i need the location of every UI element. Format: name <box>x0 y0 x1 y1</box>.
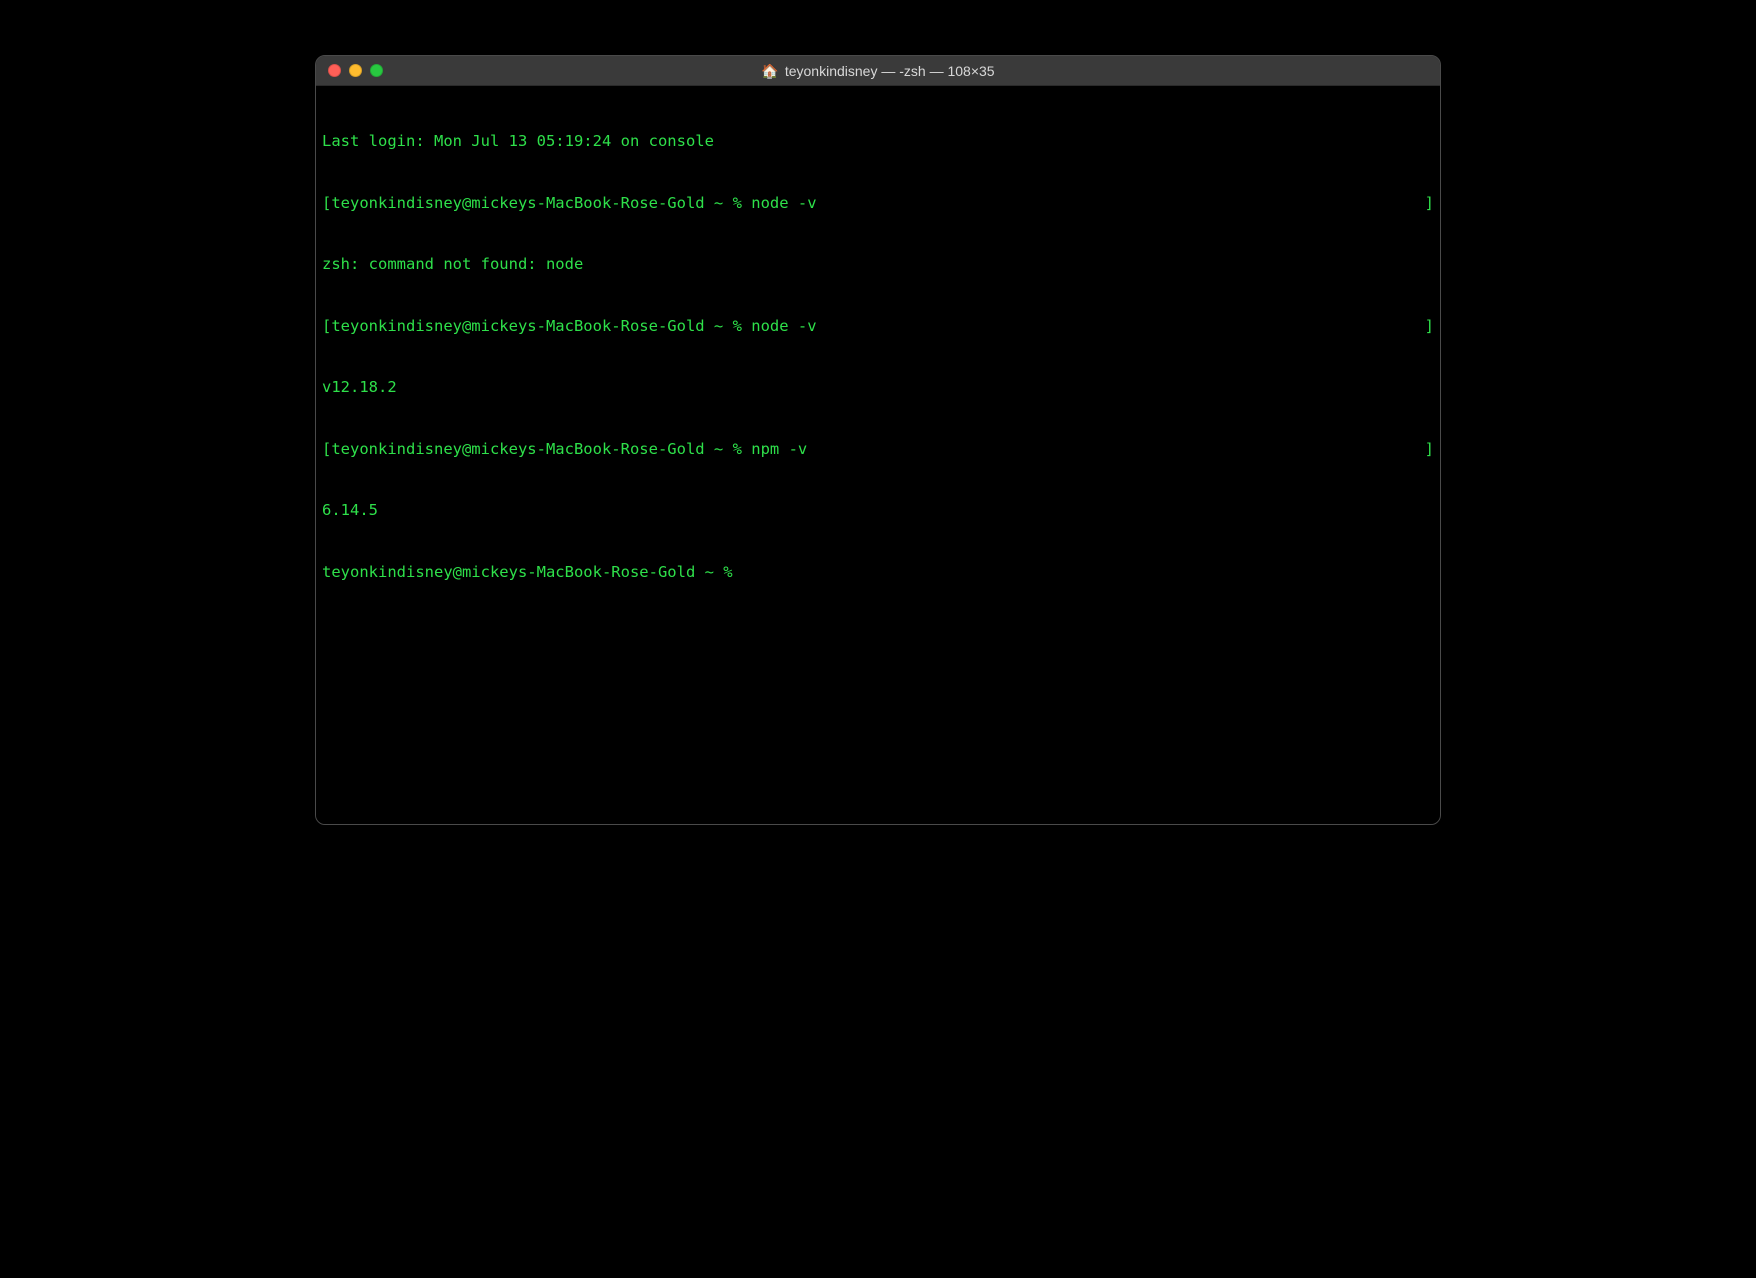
title-bar[interactable]: 🏠 teyonkindisney — -zsh — 108×35 <box>316 56 1440 86</box>
terminal-line: 6.14.5 <box>322 500 1434 521</box>
terminal-line: [teyonkindisney@mickeys-MacBook-Rose-Gol… <box>322 316 1434 337</box>
terminal-prompt-current[interactable]: teyonkindisney@mickeys-MacBook-Rose-Gold… <box>322 562 751 583</box>
terminal-output: Last login: Mon Jul 13 05:19:24 on conso… <box>322 131 714 152</box>
terminal-prompt: [teyonkindisney@mickeys-MacBook-Rose-Gol… <box>322 439 807 460</box>
terminal-window: 🏠 teyonkindisney — -zsh — 108×35 Last lo… <box>315 55 1441 825</box>
window-title: 🏠 teyonkindisney — -zsh — 108×35 <box>316 63 1440 79</box>
home-folder-icon: 🏠 <box>761 64 778 78</box>
terminal-line: [teyonkindisney@mickeys-MacBook-Rose-Gol… <box>322 439 1434 460</box>
terminal-output: v12.18.2 <box>322 377 397 398</box>
terminal-line: [teyonkindisney@mickeys-MacBook-Rose-Gol… <box>322 193 1434 214</box>
terminal-body[interactable]: Last login: Mon Jul 13 05:19:24 on conso… <box>316 86 1440 824</box>
terminal-output: 6.14.5 <box>322 500 378 521</box>
terminal-line: zsh: command not found: node <box>322 254 1434 275</box>
terminal-line[interactable]: teyonkindisney@mickeys-MacBook-Rose-Gold… <box>322 562 1434 583</box>
close-icon[interactable] <box>328 64 341 77</box>
terminal-output: ] <box>1425 193 1434 214</box>
cursor-icon <box>742 562 751 580</box>
prompt-text: teyonkindisney@mickeys-MacBook-Rose-Gold… <box>322 563 742 581</box>
terminal-output: zsh: command not found: node <box>322 254 583 275</box>
window-title-text: teyonkindisney — -zsh — 108×35 <box>785 63 995 79</box>
terminal-output: ] <box>1425 439 1434 460</box>
fullscreen-icon[interactable] <box>370 64 383 77</box>
traffic-lights <box>328 64 383 77</box>
terminal-prompt: [teyonkindisney@mickeys-MacBook-Rose-Gol… <box>322 316 817 337</box>
terminal-line: v12.18.2 <box>322 377 1434 398</box>
terminal-output: ] <box>1425 316 1434 337</box>
terminal-prompt: [teyonkindisney@mickeys-MacBook-Rose-Gol… <box>322 193 817 214</box>
minimize-icon[interactable] <box>349 64 362 77</box>
terminal-line: Last login: Mon Jul 13 05:19:24 on conso… <box>322 131 1434 152</box>
